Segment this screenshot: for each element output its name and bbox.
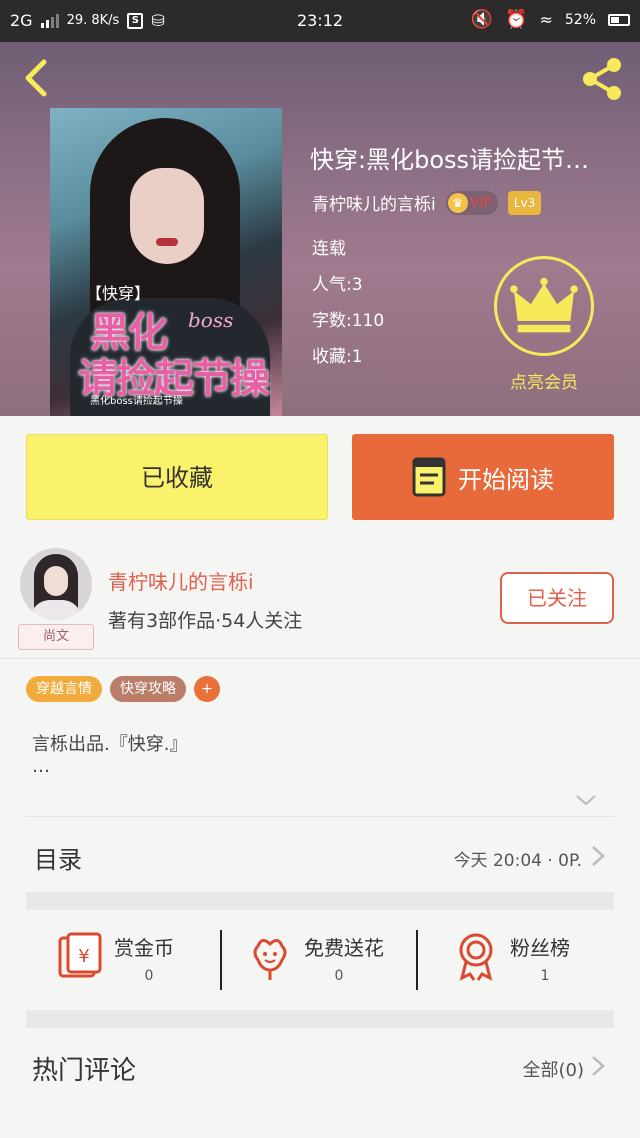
tag-list: 穿越言情 快穿攻略 + xyxy=(26,676,220,702)
book-word-count: 字数:110 xyxy=(312,311,385,331)
author-card-stats: 著有3部作品·54人关注 xyxy=(108,610,303,632)
mute-icon: 🔇 xyxy=(470,9,494,30)
hot-comments-row[interactable]: 热门评论 全部(0) xyxy=(26,1040,614,1094)
start-reading-label: 开始阅读 xyxy=(458,465,554,494)
chevron-right-icon xyxy=(592,846,605,866)
author-row: 青柠味儿的言栎i ♛ VIP Lv3 xyxy=(312,190,542,215)
reward-actions: ¥ 赏金币 0 免费送花 0 粉丝榜 1 xyxy=(26,910,614,1010)
crown-icon xyxy=(510,277,578,333)
alarm-icon: ⏰ xyxy=(505,9,528,30)
book-header: 【快穿】 黑化 boss 请捡起节操 黑化boss请捡起节操 快穿:黑化boss… xyxy=(0,42,640,416)
red-envelope-icon: ¥ xyxy=(58,932,102,978)
author-card-name[interactable]: 青柠味儿的言栎i xyxy=(108,566,254,595)
chevron-right-icon xyxy=(592,1056,605,1076)
reward-coins-button[interactable]: ¥ 赏金币 0 xyxy=(54,930,224,1000)
tag-item[interactable]: 快穿攻略 xyxy=(110,676,186,702)
book-favorites: 收藏:1 xyxy=(312,347,363,367)
all-comments-link[interactable]: 全部(0) xyxy=(523,1056,585,1082)
favorited-button[interactable]: 已收藏 xyxy=(26,434,328,520)
toc-row[interactable]: 目录 今天 20:04 · 0P. xyxy=(26,830,614,884)
cover-title-boss: boss xyxy=(188,308,234,332)
svg-text:¥: ¥ xyxy=(78,946,89,967)
member-label[interactable]: 点亮会员 xyxy=(494,368,594,393)
back-arrow-icon[interactable] xyxy=(18,58,58,98)
divider xyxy=(220,930,222,990)
fan-ranking-count: 1 xyxy=(540,968,550,984)
book-description[interactable]: 言栎出品.『快穿.』 … xyxy=(32,734,187,778)
book-popularity: 人气:3 xyxy=(312,275,363,295)
crown-icon: ♛ xyxy=(447,192,468,213)
book-cover[interactable]: 【快穿】 黑化 boss 请捡起节操 黑化boss请捡起节操 xyxy=(50,108,282,416)
description-ellipsis: … xyxy=(32,756,50,777)
battery-icon xyxy=(608,13,630,26)
flower-icon xyxy=(253,939,287,980)
author-avatar[interactable] xyxy=(20,548,92,620)
divider xyxy=(26,816,614,817)
author-name[interactable]: 青柠味儿的言栎i xyxy=(312,190,436,215)
section-gap xyxy=(26,892,614,910)
follow-button[interactable]: 已关注 xyxy=(500,572,614,624)
hot-comments-label: 热门评论 xyxy=(32,1056,137,1086)
reward-coins-label: 赏金币 xyxy=(114,936,174,960)
fan-ranking-button[interactable]: 粉丝榜 1 xyxy=(450,930,610,1000)
send-flowers-count: 0 xyxy=(334,968,344,984)
author-badge: 尚文 xyxy=(18,624,94,650)
send-flowers-label: 免费送花 xyxy=(304,936,384,960)
battery-percent: 52% xyxy=(564,11,596,28)
fan-ranking-label: 粉丝榜 xyxy=(510,936,570,960)
toc-label: 目录 xyxy=(34,846,82,874)
divider xyxy=(416,930,418,990)
toc-update: 今天 20:04 · 0P. xyxy=(453,851,582,871)
send-flowers-button[interactable]: 免费送花 0 xyxy=(244,930,424,1000)
level-badge: Lv3 xyxy=(507,190,542,215)
chevron-down-icon[interactable] xyxy=(574,788,598,812)
vip-badge: ♛ VIP xyxy=(445,190,498,215)
book-title: 快穿:黑化boss请捡起节… xyxy=(310,146,590,174)
book-status: 连载 xyxy=(312,239,346,259)
medal-icon xyxy=(459,933,493,981)
wifi-icon: ≈ xyxy=(539,10,553,29)
section-gap xyxy=(26,1010,614,1028)
start-reading-button[interactable]: 开始阅读 xyxy=(352,434,614,520)
share-icon[interactable] xyxy=(580,56,626,102)
book-icon xyxy=(412,457,446,497)
cover-subtitle: 黑化boss请捡起节操 xyxy=(90,396,183,407)
divider xyxy=(0,658,640,659)
add-tag-button[interactable]: + xyxy=(194,676,220,702)
status-bar: 2G 29. 8K/s S ⛁ 23:12 🔇 ⏰ ≈ 52% xyxy=(0,0,640,42)
reward-coins-count: 0 xyxy=(144,968,154,984)
member-button[interactable] xyxy=(494,256,594,356)
tag-item[interactable]: 穿越言情 xyxy=(26,676,102,702)
description-line: 言栎出品.『快穿.』 xyxy=(32,734,188,755)
